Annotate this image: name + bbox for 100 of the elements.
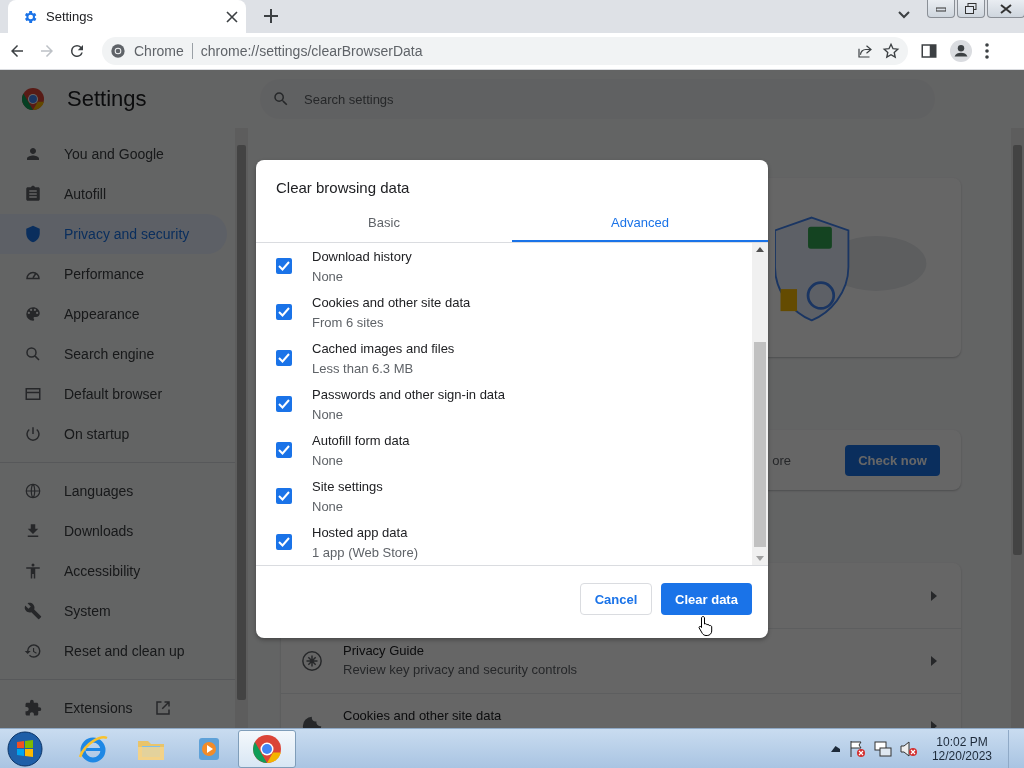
scrollbar[interactable] — [1011, 128, 1024, 728]
caret-icon[interactable] — [897, 10, 911, 20]
new-tab-icon[interactable] — [261, 6, 281, 26]
address-bar[interactable]: Chrome chrome://settings/clearBrowserData — [102, 37, 908, 65]
item-detail: 1 app (Web Store) — [312, 544, 418, 560]
side-panel-icon[interactable] — [920, 42, 938, 60]
sidebar-item[interactable]: Privacy and security — [0, 214, 227, 254]
item-label: Hosted app data — [312, 524, 409, 540]
globe-icon — [24, 482, 42, 500]
checkmark-icon — [278, 537, 290, 547]
chevron-icon — [931, 590, 937, 601]
reload-icon[interactable] — [68, 42, 86, 60]
clock-time[interactable]: 10:02 PM — [936, 734, 988, 749]
item-detail: None — [312, 498, 345, 514]
sidebar-item[interactable]: Downloads — [0, 511, 227, 551]
sidebar-item[interactable]: Reset and clean up — [0, 631, 227, 671]
star-icon[interactable] — [882, 42, 900, 60]
scrollbar[interactable] — [752, 243, 768, 565]
search-icon — [24, 345, 42, 363]
item-detail: None — [312, 268, 345, 284]
sidebar-item[interactable]: Autofill — [0, 174, 227, 214]
item-label: Passwords and other sign-in data — [312, 386, 505, 402]
checkmark-icon — [278, 307, 290, 317]
close-icon[interactable] — [226, 10, 238, 23]
row-title: Cookies and other site data — [343, 708, 503, 723]
checkbox[interactable] — [276, 442, 292, 458]
sidebar-item[interactable]: Languages — [0, 471, 227, 511]
search-icon — [272, 90, 290, 108]
checkmark-icon — [278, 261, 290, 271]
person-icon — [24, 145, 42, 163]
checkbox[interactable] — [276, 350, 292, 366]
sidebar-item[interactable]: On startup — [0, 414, 227, 454]
item-detail: None — [312, 452, 345, 468]
restore-button[interactable] — [957, 0, 985, 18]
sidebar-item[interactable]: Accessibility — [0, 551, 227, 591]
cancel-button[interactable]: Cancel — [580, 583, 652, 615]
flag-icon[interactable] — [847, 739, 866, 758]
sidebar-item[interactable]: Search engine — [0, 334, 227, 374]
row-subtitle: Review key privacy and security controls — [343, 662, 579, 677]
dialog-tab[interactable]: Basic — [256, 205, 512, 242]
volume-muted-icon[interactable] — [899, 739, 918, 758]
compass-icon — [301, 650, 323, 672]
sidebar-item[interactable]: Default browser — [0, 374, 227, 414]
url-text: chrome://settings/clearBrowserData — [200, 43, 424, 59]
minimize-icon — [936, 5, 946, 12]
browser-tab[interactable]: Settings — [8, 0, 246, 33]
close-button[interactable] — [987, 0, 1024, 18]
checkbox[interactable] — [276, 534, 292, 550]
checkbox[interactable] — [276, 396, 292, 412]
scrollbar[interactable] — [235, 128, 248, 728]
menu-icon[interactable] — [984, 42, 990, 60]
item-detail: None — [312, 406, 345, 422]
clear-data-button[interactable]: Clear data — [661, 583, 752, 615]
sidebar-item[interactable]: Extensions — [0, 688, 227, 728]
shield-icon — [24, 225, 42, 243]
taskbar-button[interactable] — [238, 729, 296, 768]
scroll-up-icon — [756, 247, 764, 252]
search-placeholder: Search settings — [304, 91, 394, 107]
sidebar-item[interactable]: You and Google — [0, 134, 227, 174]
checkmark-icon — [278, 399, 290, 409]
item-detail: Less than 6.3 MB — [312, 360, 415, 376]
gear-icon — [22, 8, 38, 25]
power-icon — [24, 425, 42, 443]
sidebar-item[interactable]: System — [0, 591, 227, 631]
row-title: Privacy Guide — [343, 643, 425, 658]
figure-icon — [24, 562, 42, 580]
checkmark-icon — [278, 445, 290, 455]
item-detail: From 6 sites — [312, 314, 385, 330]
site-label: Chrome — [134, 43, 184, 59]
check-now-button[interactable]: Check now — [845, 444, 940, 476]
item-label: Site settings — [312, 478, 383, 494]
clipboard-icon — [24, 185, 42, 203]
caret-up-icon[interactable] — [830, 745, 840, 752]
chevron-icon — [931, 721, 937, 728]
item-label: Download history — [312, 248, 412, 264]
checkbox[interactable] — [276, 488, 292, 504]
palette-icon — [24, 305, 42, 323]
sidebar-item[interactable]: Appearance — [0, 294, 227, 334]
chrome-icon — [251, 732, 283, 765]
sidebar-item[interactable]: Performance — [0, 254, 227, 294]
chrome-logo-icon — [22, 88, 44, 110]
wrench-icon — [24, 602, 42, 620]
item-label: Cached images and files — [312, 340, 455, 356]
item-label: Autofill form data — [312, 432, 410, 448]
page-title: Settings — [67, 86, 148, 112]
checkbox[interactable] — [276, 304, 292, 320]
puzzle-icon — [24, 699, 42, 717]
clock-date[interactable]: 12/20/2023 — [931, 748, 992, 763]
dialog-tab[interactable]: Advanced — [512, 205, 768, 242]
chrome-icon — [110, 43, 126, 59]
profile-icon[interactable] — [950, 40, 972, 62]
checkmark-icon — [278, 353, 290, 363]
checkbox[interactable] — [276, 258, 292, 274]
network-icon[interactable] — [873, 739, 892, 758]
window-icon — [24, 385, 42, 403]
history-icon — [24, 642, 42, 660]
item-label: Cookies and other site data — [312, 294, 471, 310]
dialog-title: Clear browsing data — [275, 178, 411, 198]
tab-title: Settings — [46, 9, 94, 24]
start-button-icon[interactable] — [6, 729, 44, 768]
